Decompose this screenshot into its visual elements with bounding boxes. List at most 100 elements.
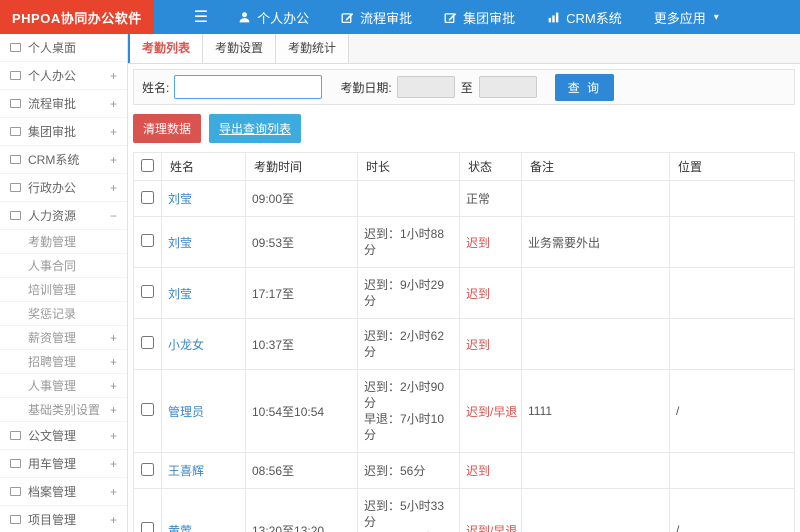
sidebar-item-project-management[interactable]: 项目管理 + bbox=[0, 506, 127, 532]
time-cell: 10:37至 bbox=[245, 318, 358, 370]
expand-icon[interactable]: + bbox=[110, 331, 117, 345]
sidebar-item-personal-office[interactable]: 个人办公 + bbox=[0, 62, 127, 90]
sidebar-item-workflow-approval[interactable]: 流程审批 + bbox=[0, 90, 127, 118]
duration-line: 迟到：56分 bbox=[364, 463, 426, 478]
sidebar-item-human-resources[interactable]: 人力资源 − bbox=[0, 202, 127, 230]
query-button[interactable]: 查 询 bbox=[554, 73, 615, 101]
sidebar-item-group-approval[interactable]: 集团审批 + bbox=[0, 118, 127, 146]
attendance-table-wrap: 姓名 考勤时间 时长 状态 备注 位置 刘莹 09:00至 正常 刘莹 09:53至 迟到：1小时8… bbox=[133, 152, 795, 532]
status-cell: 迟到/早退 bbox=[459, 488, 522, 532]
actions-bar: 清理数据 导出查询列表 bbox=[128, 105, 800, 152]
remark-cell: 1111 bbox=[521, 369, 670, 453]
sidebar-item-admin-office[interactable]: 行政办公 + bbox=[0, 174, 127, 202]
expand-icon[interactable]: + bbox=[110, 153, 117, 167]
location-cell bbox=[669, 216, 795, 268]
nav-item-personal-office[interactable]: 个人办公 bbox=[222, 0, 325, 34]
column-header-remark: 备注 bbox=[521, 152, 670, 181]
project-management-icon bbox=[10, 515, 21, 524]
remark-cell bbox=[521, 452, 670, 489]
sidebar-item-salary-management[interactable]: 薪资管理 + bbox=[0, 326, 127, 350]
sidebar-item-personnel-contract[interactable]: 人事合同 bbox=[0, 254, 127, 278]
sidebar-item-base-category-settings[interactable]: 基础类别设置 + bbox=[0, 398, 127, 422]
expand-icon[interactable]: + bbox=[110, 97, 117, 111]
row-checkbox-cell bbox=[133, 267, 162, 319]
tab-attendance-statistics[interactable]: 考勤统计 bbox=[276, 34, 350, 63]
expand-icon[interactable]: + bbox=[110, 125, 117, 139]
row-checkbox-cell bbox=[133, 216, 162, 268]
expand-icon[interactable]: + bbox=[110, 457, 117, 471]
export-query-list-button[interactable]: 导出查询列表 bbox=[209, 114, 302, 143]
row-checkbox[interactable] bbox=[141, 522, 154, 532]
expand-icon[interactable]: + bbox=[110, 181, 117, 195]
table-row: 黄莺 13:20至13:20迟到：5小时33分早退：4小时67分迟到/早退 / bbox=[133, 488, 795, 532]
sidebar-item-label: 个人办公 bbox=[28, 69, 77, 83]
nav-item-crm-system[interactable]: CRM系统 bbox=[531, 0, 638, 34]
sidebar-item-document-management[interactable]: 公文管理 + bbox=[0, 422, 127, 450]
clean-data-button[interactable]: 清理数据 bbox=[133, 114, 202, 143]
nav-item-group-approval[interactable]: 集团审批 bbox=[428, 0, 531, 34]
date-from-input[interactable] bbox=[396, 76, 455, 98]
sidebar-item-reward-records[interactable]: 奖惩记录 bbox=[0, 302, 127, 326]
attendance-date-label: 考勤日期: bbox=[340, 80, 392, 95]
duration-line: 早退：7小时10分 bbox=[364, 412, 445, 442]
tab-attendance-settings[interactable]: 考勤设置 bbox=[203, 34, 277, 63]
row-checkbox[interactable] bbox=[141, 462, 154, 476]
expand-icon[interactable]: + bbox=[110, 69, 117, 83]
tab-attendance-list[interactable]: 考勤列表 bbox=[128, 34, 204, 63]
row-checkbox[interactable] bbox=[141, 403, 154, 416]
expand-icon[interactable]: + bbox=[110, 355, 117, 369]
nav-item-more-apps[interactable]: 更多应用 ▾ bbox=[638, 0, 735, 34]
row-checkbox[interactable] bbox=[141, 190, 154, 204]
sidebar-item-recruitment-management[interactable]: 招聘管理 + bbox=[0, 350, 127, 374]
location-cell: / bbox=[669, 488, 795, 532]
time-cell: 08:56至 bbox=[245, 452, 358, 489]
topbar: PHPOA协同办公软件 ☰ 个人办公 流程审批 集团审批 CRM系统 更多应用 ▾ bbox=[0, 0, 800, 34]
column-header-duration: 时长 bbox=[357, 152, 460, 181]
admin-office-icon bbox=[10, 183, 21, 192]
expand-icon[interactable]: + bbox=[110, 513, 117, 527]
sidebar-item-crm-system[interactable]: CRM系统 + bbox=[0, 146, 127, 174]
remark-cell bbox=[521, 318, 670, 370]
sidebar-item-training-management[interactable]: 培训管理 bbox=[0, 278, 127, 302]
name-label: 姓名: bbox=[142, 80, 170, 95]
employee-name-link[interactable]: 黄莺 bbox=[168, 524, 192, 532]
nav-item-workflow-approval[interactable]: 流程审批 bbox=[325, 0, 428, 34]
row-checkbox[interactable] bbox=[141, 234, 154, 247]
name-cell: 黄莺 bbox=[161, 488, 246, 532]
employee-name-link[interactable]: 王喜辉 bbox=[168, 464, 204, 478]
name-input[interactable] bbox=[174, 75, 323, 99]
employee-name-link[interactable]: 小龙女 bbox=[168, 338, 204, 352]
date-to-input[interactable] bbox=[478, 76, 537, 98]
expand-icon[interactable]: + bbox=[110, 485, 117, 499]
location-cell bbox=[669, 452, 795, 489]
row-checkbox[interactable] bbox=[141, 336, 154, 349]
search-panel: 姓名: 考勤日期: 至 查 询 bbox=[133, 69, 795, 105]
select-all-checkbox[interactable] bbox=[141, 158, 154, 172]
select-all-header-cell bbox=[133, 152, 162, 181]
row-checkbox-cell bbox=[133, 452, 162, 489]
employee-name-link[interactable]: 刘莹 bbox=[168, 287, 192, 301]
name-cell: 刘莹 bbox=[161, 180, 246, 217]
attendance-table: 姓名 考勤时间 时长 状态 备注 位置 刘莹 09:00至 正常 刘莹 09:53至 迟到：1小时8… bbox=[133, 152, 795, 532]
employee-name-link[interactable]: 管理员 bbox=[168, 405, 204, 419]
hamburger-menu-icon[interactable]: ☰ bbox=[180, 0, 222, 34]
duration-cell: 迟到：56分 bbox=[357, 452, 460, 489]
expand-icon[interactable]: + bbox=[110, 379, 117, 393]
expand-icon[interactable]: + bbox=[110, 429, 117, 443]
sidebar-item-attendance-management[interactable]: 考勤管理 bbox=[0, 230, 127, 254]
human-resources-icon bbox=[10, 211, 21, 220]
duration-cell: 迟到：1小时88分 bbox=[357, 216, 460, 268]
sidebar-item-label: 奖惩记录 bbox=[28, 307, 77, 321]
sidebar-item-vehicle-management[interactable]: 用车管理 + bbox=[0, 450, 127, 478]
status-badge: 迟到/早退 bbox=[466, 523, 518, 532]
sidebar-item-archive-management[interactable]: 档案管理 + bbox=[0, 478, 127, 506]
expand-icon[interactable]: + bbox=[110, 403, 117, 417]
collapse-icon[interactable]: − bbox=[110, 209, 117, 223]
status-cell: 迟到 bbox=[459, 216, 522, 268]
employee-name-link[interactable]: 刘莹 bbox=[168, 236, 192, 250]
sidebar-item-desktop[interactable]: 个人桌面 bbox=[0, 34, 127, 62]
sidebar-item-personnel-management[interactable]: 人事管理 + bbox=[0, 374, 127, 398]
name-cell: 刘莹 bbox=[161, 216, 246, 268]
employee-name-link[interactable]: 刘莹 bbox=[168, 192, 192, 206]
row-checkbox[interactable] bbox=[141, 285, 154, 298]
